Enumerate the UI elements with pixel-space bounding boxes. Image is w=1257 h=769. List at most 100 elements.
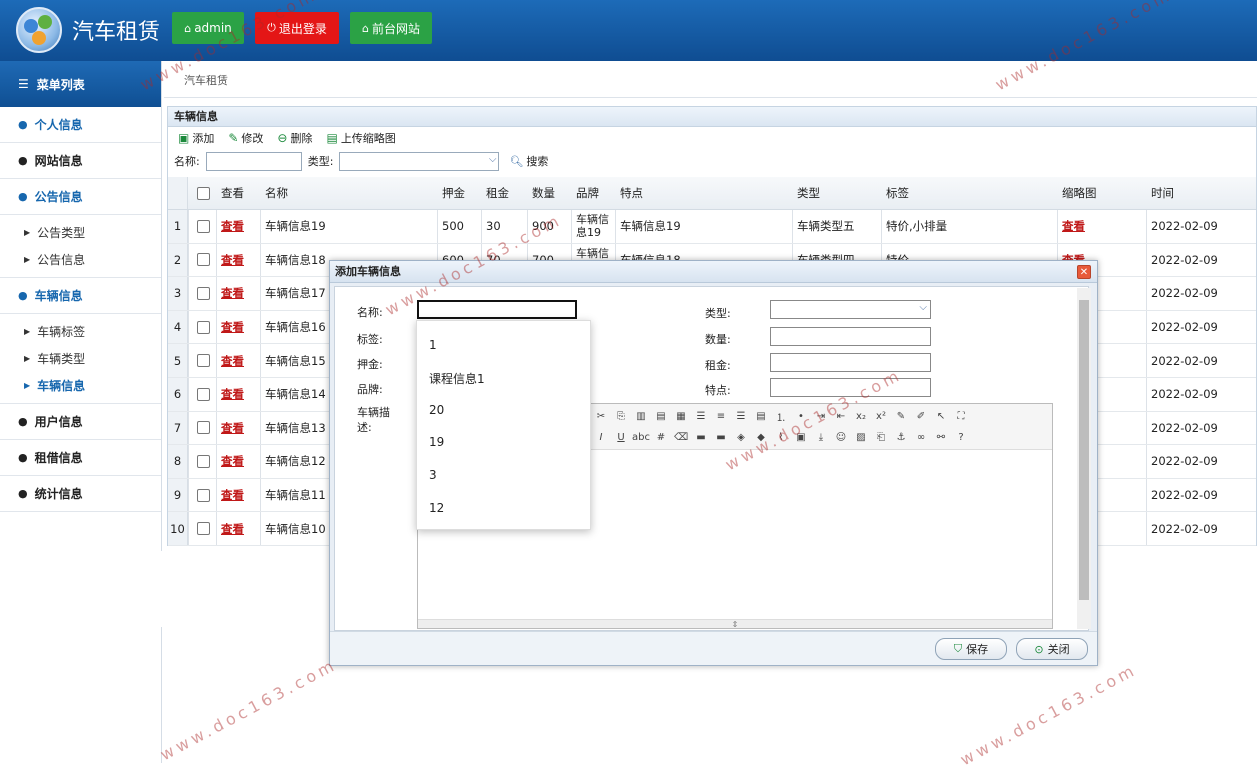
checkbox-box — [197, 253, 210, 267]
tag-option[interactable]: 12 — [429, 501, 444, 515]
sidebar-subitem-notice-info[interactable]: ▶ 公告信息 — [0, 246, 161, 273]
pointer-icon[interactable]: ↖ — [934, 409, 948, 423]
sidebar-item-rental[interactable]: ● 租借信息 — [0, 440, 161, 476]
tag-option[interactable]: 19 — [429, 435, 444, 449]
flash-icon[interactable]: ▬ — [714, 430, 728, 444]
cell-thumb[interactable]: 查看 — [1062, 218, 1085, 234]
tag-option[interactable]: 3 — [429, 468, 437, 482]
row-checkbox[interactable] — [197, 344, 210, 377]
cell-view[interactable]: 查看 — [221, 386, 244, 402]
copy-icon[interactable]: ⎘ — [614, 409, 628, 423]
underline-icon[interactable]: U — [614, 430, 628, 444]
row-checkbox[interactable] — [197, 378, 210, 411]
cut-icon[interactable]: ✂ — [594, 409, 608, 423]
add-button[interactable]: ▣ 添加 — [178, 130, 214, 146]
cell-view[interactable]: 查看 — [221, 487, 244, 503]
column-divider — [188, 243, 189, 277]
justify-icon[interactable]: ▤ — [754, 409, 768, 423]
select-all-icon[interactable]: ✐ — [914, 409, 928, 423]
tag-option[interactable]: 1 — [429, 338, 437, 352]
cell-view[interactable]: 查看 — [221, 420, 244, 436]
media-icon[interactable]: ◈ — [734, 430, 748, 444]
close-icon[interactable]: ✕ — [1077, 265, 1091, 279]
cell-view[interactable]: 查看 — [221, 252, 244, 268]
row-checkbox[interactable] — [197, 210, 210, 243]
cell-view[interactable]: 查看 — [221, 453, 244, 469]
anchor-icon[interactable]: ⚓ — [894, 430, 908, 444]
subscript-icon[interactable]: x₂ — [854, 409, 868, 423]
cell-view[interactable]: 查看 — [221, 521, 244, 537]
row-checkbox[interactable] — [197, 445, 210, 478]
paste-word-icon[interactable]: ▦ — [674, 409, 688, 423]
cell-rent: 30 — [486, 219, 501, 234]
fullscreen-icon[interactable]: ⛶ — [954, 409, 968, 423]
row-checkbox[interactable] — [197, 244, 210, 277]
type-select[interactable]: ⌵ — [339, 151, 500, 171]
column-divider — [1146, 445, 1147, 478]
sidebar-item-site[interactable]: ● 网站信息 — [0, 143, 161, 179]
name-search-input[interactable] — [205, 151, 302, 171]
cell-view[interactable]: 查看 — [221, 353, 244, 369]
cell-date-wrap: 2022-02-09 — [1151, 479, 1218, 512]
row-checkbox[interactable] — [197, 277, 210, 310]
strikethrough-icon[interactable]: abc — [632, 430, 650, 444]
scrollbar-thumb[interactable] — [1079, 300, 1089, 600]
sidebar-item-user[interactable]: ● 用户信息 — [0, 404, 161, 440]
select-all-checkbox[interactable] — [197, 177, 210, 209]
upload-thumb-button[interactable]: ▤ 上传缩略图 — [326, 130, 395, 146]
clear-format-icon[interactable]: ✎ — [894, 409, 908, 423]
row-checkbox[interactable] — [197, 311, 210, 344]
ordered-list-icon[interactable]: ⒈ — [774, 409, 788, 424]
edit-button[interactable]: ✎ 修改 — [228, 130, 263, 146]
align-center-icon[interactable]: ≡ — [714, 409, 728, 423]
align-right-icon[interactable]: ☰ — [734, 409, 748, 423]
cell-view[interactable]: 查看 — [221, 285, 244, 301]
sidebar-subitem-vehicle-type[interactable]: ▶ 车辆类型 — [0, 345, 161, 372]
table-icon[interactable]: # — [654, 430, 668, 444]
sidebar-subitem-notice-type[interactable]: ▶ 公告类型 — [0, 219, 161, 246]
rent-field[interactable] — [770, 353, 931, 372]
image-icon[interactable]: ▬ — [694, 430, 708, 444]
tag-option[interactable]: 课程信息1 — [429, 370, 485, 387]
column-divider — [260, 310, 261, 344]
editor-resize-handle[interactable]: ⇕ — [418, 619, 1052, 629]
picture-icon[interactable]: ▨ — [854, 430, 868, 444]
close-button[interactable]: ⊙ 关闭 — [1016, 638, 1088, 660]
row-checkbox[interactable] — [197, 412, 210, 445]
eraser-icon[interactable]: ⌫ — [674, 430, 688, 444]
align-left-icon[interactable]: ☰ — [694, 409, 708, 423]
search-button[interactable]: 搜索 — [526, 153, 548, 169]
save-button[interactable]: ⛉ 保存 — [935, 638, 1007, 660]
front-site-button[interactable]: ⌂ 前台网站 — [350, 12, 432, 44]
name-field[interactable] — [417, 300, 577, 319]
cell-view[interactable]: 查看 — [221, 218, 244, 234]
qty-field[interactable] — [770, 327, 931, 346]
row-checkbox[interactable] — [197, 512, 210, 545]
column-divider — [188, 344, 189, 377]
unlink-icon[interactable]: ⚯ — [934, 430, 948, 444]
sidebar-item-stats[interactable]: ● 统计信息 — [0, 476, 161, 512]
help-icon[interactable]: ? — [954, 430, 968, 444]
italic-icon[interactable]: I — [594, 430, 608, 444]
sidebar-item-vehicle[interactable]: ● 车辆信息 — [0, 278, 161, 314]
paste-icon[interactable]: ▥ — [634, 409, 648, 423]
tag-option[interactable]: 20 — [429, 403, 444, 417]
sidebar-item-personal[interactable]: ● 个人信息 — [0, 107, 161, 143]
emoticon-icon[interactable]: ☺ — [834, 430, 848, 444]
sidebar-subitem-vehicle-info[interactable]: ▶ 车辆信息 — [0, 372, 161, 399]
delete-button[interactable]: ⊖ 删除 — [277, 130, 312, 146]
sidebar-item-notice[interactable]: ● 公告信息 — [0, 179, 161, 215]
paste-text-icon[interactable]: ▤ — [654, 409, 668, 423]
insert-icon[interactable]: ⤓ — [814, 430, 828, 444]
upload-label: 上传缩略图 — [340, 132, 396, 145]
col-type: 类型 — [797, 186, 820, 200]
cell-view[interactable]: 查看 — [221, 319, 244, 335]
link-icon[interactable]: ∞ — [914, 430, 928, 444]
pagebreak-icon[interactable]: ⎗ — [874, 430, 888, 444]
type-field[interactable]: ⌵ — [770, 300, 931, 319]
row-checkbox[interactable] — [197, 479, 210, 512]
sidebar-subitem-vehicle-tag[interactable]: ▶ 车辆标签 — [0, 318, 161, 345]
table-row[interactable]: 1 查看 车辆信息19 500 30 900 车辆信息19 车辆信息19 车辆类型五 特价,小排量… — [168, 210, 1256, 244]
type-field-label: 类型: — [705, 307, 731, 320]
superscript-icon[interactable]: x² — [874, 409, 888, 423]
